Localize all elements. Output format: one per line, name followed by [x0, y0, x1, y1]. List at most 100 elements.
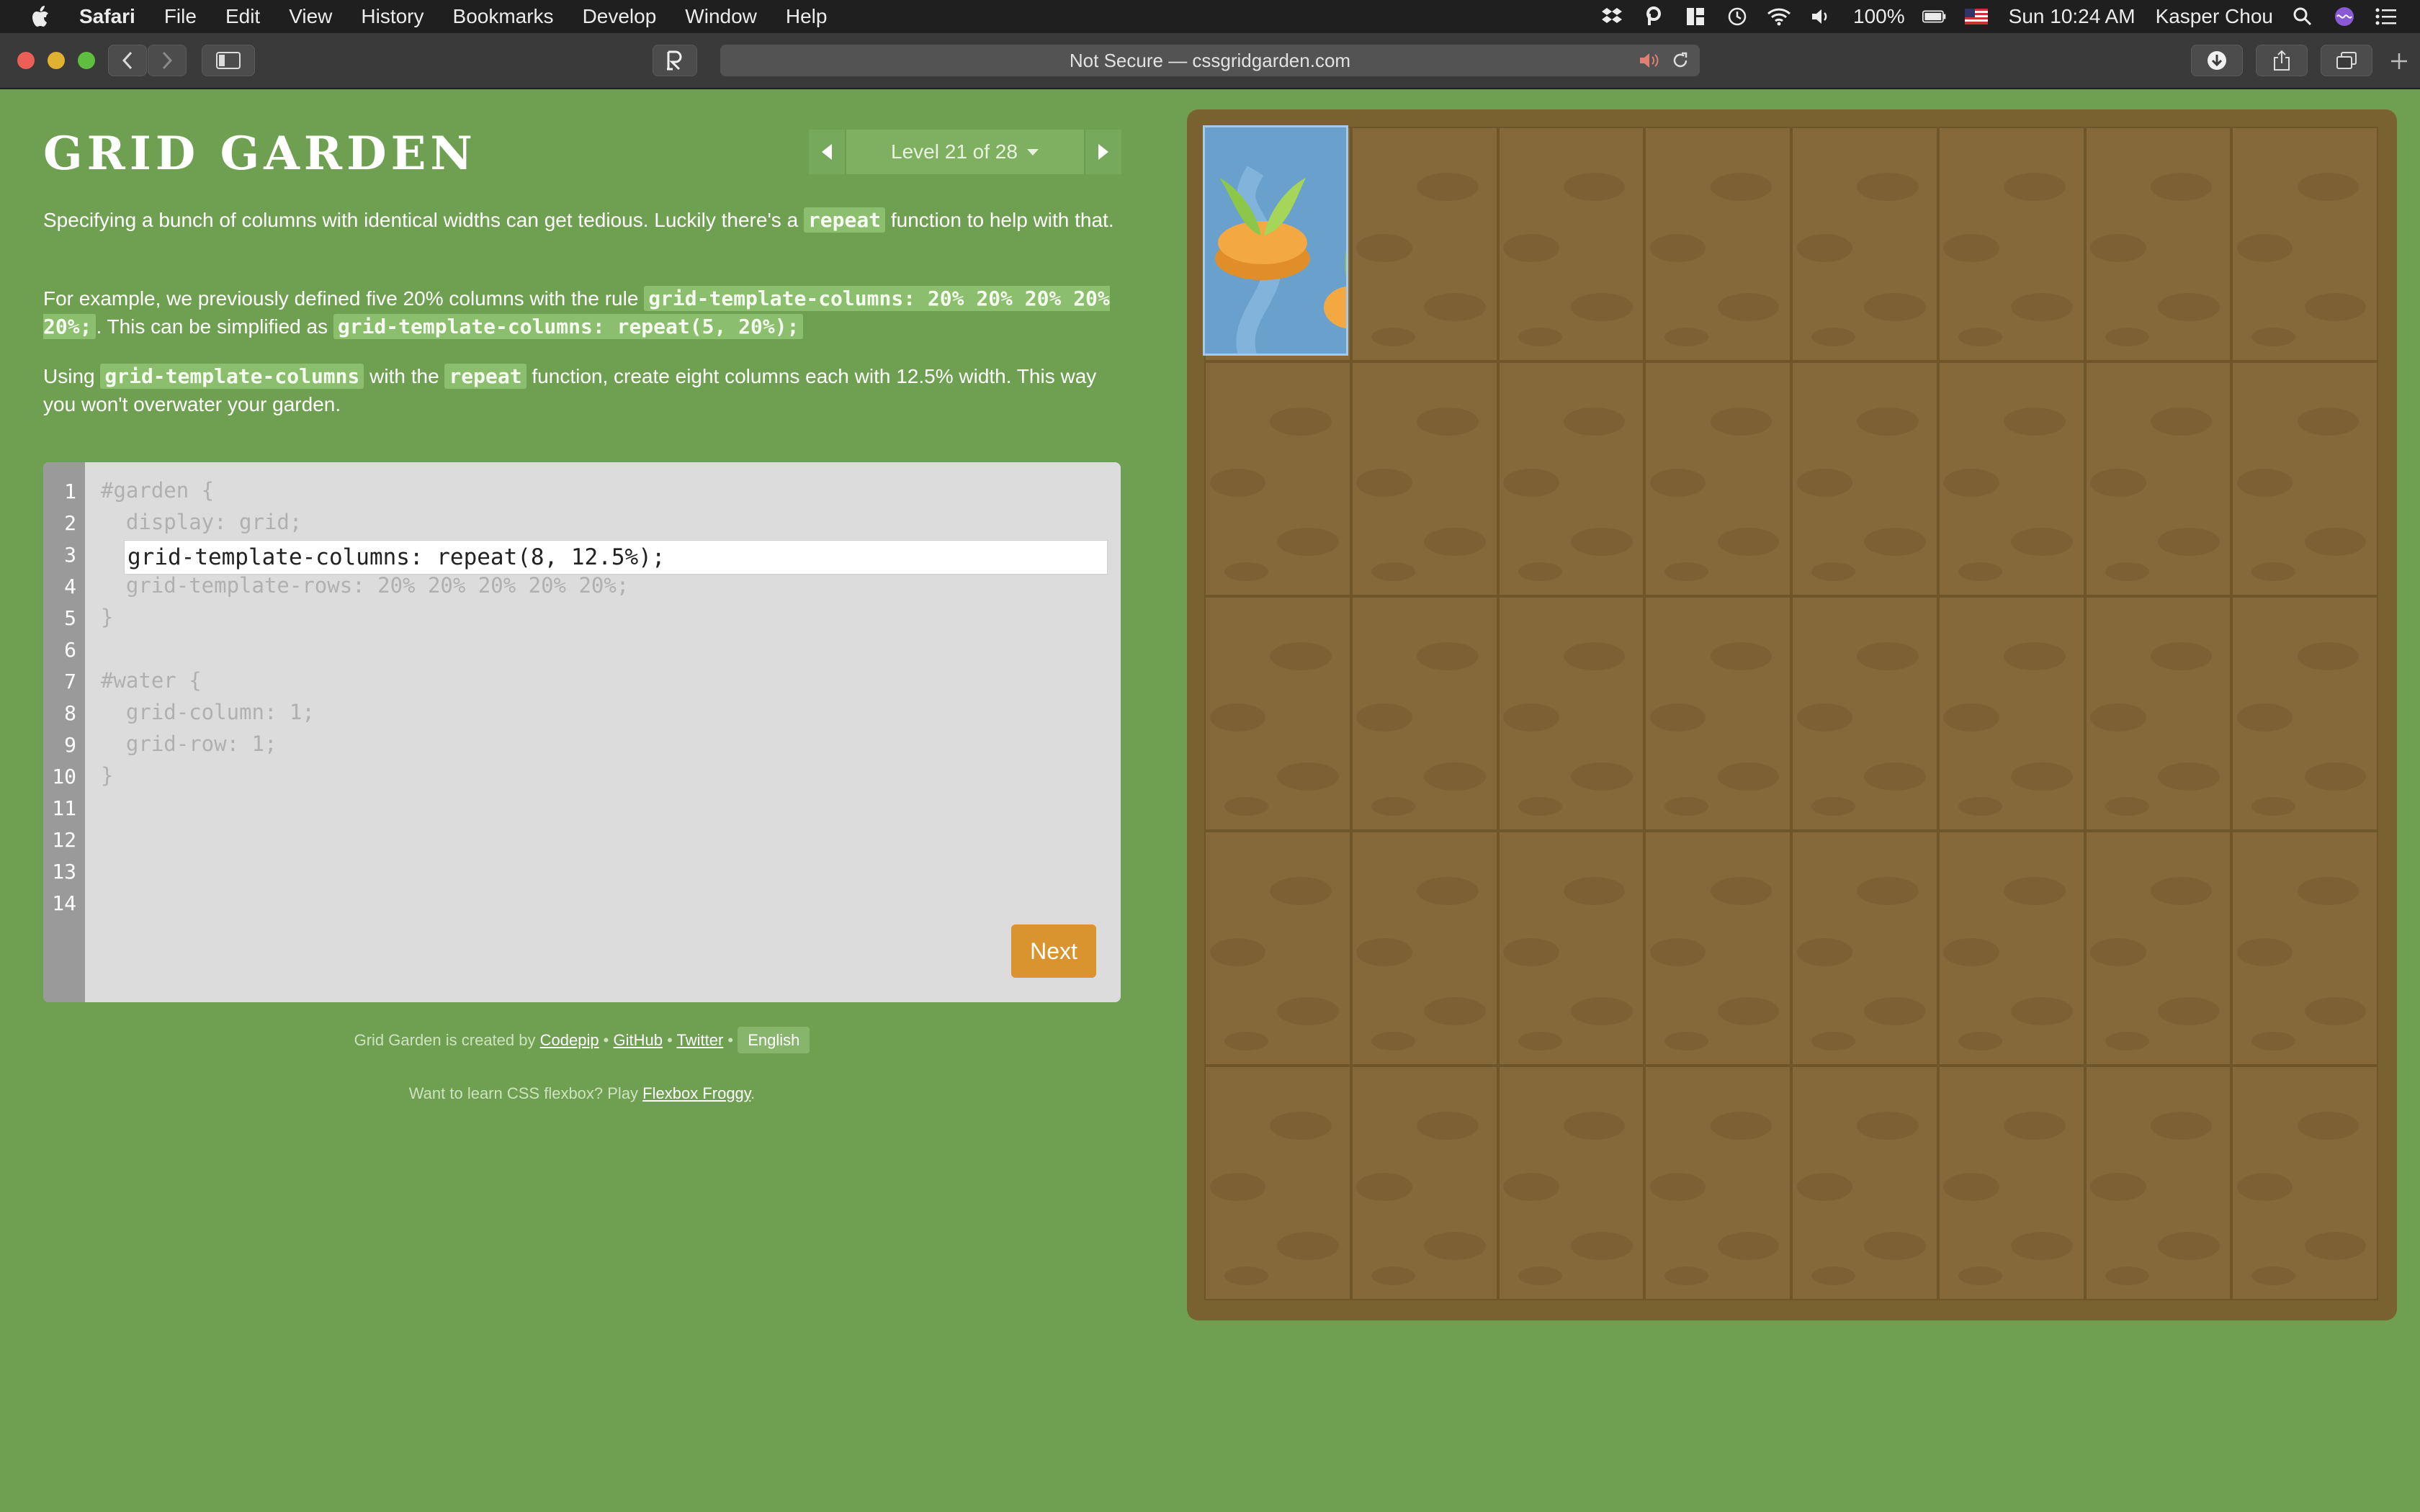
soil-plot: [1497, 361, 1645, 596]
water-cell: [1203, 125, 1348, 356]
soil-texture: [1356, 938, 1412, 967]
soil-texture: [2105, 328, 2149, 347]
soil-texture: [1277, 996, 1340, 1025]
soil-texture: [1356, 469, 1412, 498]
para3-code-2: repeat: [444, 364, 526, 389]
line-number: 3: [64, 543, 76, 567]
chevron-right-icon: [162, 51, 173, 70]
codepip-link[interactable]: Codepip: [540, 1031, 599, 1049]
soil-texture: [2004, 642, 2066, 671]
soil-texture: [1570, 762, 1633, 791]
soil-texture: [2304, 527, 2367, 556]
soil-texture: [1710, 877, 1773, 906]
soil-texture: [1518, 797, 1562, 816]
soil-texture: [1811, 328, 1856, 347]
line-number-gutter: 1 2 3 4 5 6 7 8 9 10 11 12 13 14: [43, 462, 85, 1002]
sidebar-icon: [216, 52, 241, 69]
volume-icon[interactable]: [1809, 6, 1833, 27]
apple-icon[interactable]: [29, 4, 50, 29]
line-number: 9: [64, 733, 76, 757]
address-bar[interactable]: Not Secure — cssgridgarden.com: [720, 45, 1700, 76]
menu-help[interactable]: Help: [786, 5, 828, 28]
time-machine-icon[interactable]: [1725, 6, 1749, 27]
soil-texture: [2236, 703, 2293, 732]
css-answer-input[interactable]: grid-template-columns: repeat(8, 12.5%);: [124, 540, 1108, 575]
us-flag-icon[interactable]: [1964, 6, 1989, 27]
notification-center-icon[interactable]: [2374, 6, 2398, 27]
soil-texture: [2236, 469, 2293, 498]
soil-texture: [1518, 1266, 1562, 1286]
flexbox-froggy-link[interactable]: Flexbox Froggy: [642, 1084, 750, 1102]
soil-texture: [2304, 292, 2367, 321]
soil-plot: [1937, 127, 2085, 361]
tab-overview-button[interactable]: [2321, 45, 2372, 76]
soil-plot: [2231, 831, 2378, 1066]
menu-develop[interactable]: Develop: [583, 5, 657, 28]
code-line-10: }: [101, 763, 114, 788]
language-selector[interactable]: English: [738, 1027, 810, 1053]
soil-texture: [1796, 234, 1853, 263]
soil-texture: [1717, 762, 1780, 791]
menu-edit[interactable]: Edit: [225, 5, 260, 28]
user-name[interactable]: Kasper Chou: [2156, 5, 2273, 28]
clock[interactable]: Sun 10:24 AM: [2009, 5, 2136, 28]
soil-texture: [1796, 1173, 1853, 1202]
menu-history[interactable]: History: [361, 5, 424, 28]
sidebar-toggle-button[interactable]: [202, 45, 255, 76]
soil-texture: [2297, 173, 2360, 202]
soil-texture: [1518, 562, 1562, 582]
instructions-paragraph-1: Specifying a bunch of columns with ident…: [43, 206, 1124, 234]
menu-view[interactable]: View: [289, 5, 332, 28]
forward-button[interactable]: [148, 45, 187, 76]
downloads-button[interactable]: [2191, 45, 2243, 76]
share-button[interactable]: [2256, 45, 2308, 76]
spotlight-search-icon[interactable]: [2290, 6, 2315, 27]
soil-texture: [2157, 996, 2220, 1025]
next-level-button[interactable]: [1084, 130, 1121, 174]
code-line-7: #water {: [101, 668, 202, 693]
menu-file[interactable]: File: [164, 5, 197, 28]
soil-plot: [1937, 361, 2085, 596]
previous-level-button[interactable]: [809, 130, 846, 174]
github-link[interactable]: GitHub: [614, 1031, 663, 1049]
menu-bookmarks[interactable]: Bookmarks: [453, 5, 554, 28]
soil-texture: [1811, 1032, 1856, 1051]
new-tab-button[interactable]: [2388, 50, 2410, 76]
speaker-playing-icon[interactable]: [1638, 52, 1661, 69]
para1-text-a: Specifying a bunch of columns with ident…: [43, 209, 804, 231]
soil-texture: [1424, 996, 1486, 1025]
soil-texture: [1664, 1032, 1709, 1051]
twitter-link[interactable]: Twitter: [677, 1031, 724, 1049]
soil-texture: [2304, 762, 2367, 791]
reload-icon[interactable]: [1671, 51, 1690, 70]
soil-texture: [1424, 1231, 1486, 1260]
soil-texture: [2150, 642, 2213, 671]
window-layout-icon[interactable]: [1683, 6, 1708, 27]
level-dropdown[interactable]: Level 21 of 28: [846, 130, 1084, 174]
soil-texture: [1270, 1112, 1332, 1140]
zoom-window-button[interactable]: [78, 52, 95, 69]
soil-texture: [1224, 797, 1269, 816]
minimize-window-button[interactable]: [48, 52, 65, 69]
siri-icon[interactable]: [2332, 6, 2357, 27]
soil-texture: [1277, 527, 1340, 556]
r-extension-icon: [667, 50, 682, 71]
reader-extension-button[interactable]: [653, 45, 697, 76]
back-button[interactable]: [108, 45, 147, 76]
menu-app-safari[interactable]: Safari: [79, 5, 135, 28]
menu-window[interactable]: Window: [685, 5, 757, 28]
pocket-icon[interactable]: [1641, 6, 1666, 27]
line-number: 14: [52, 891, 76, 915]
wifi-icon[interactable]: [1767, 6, 1791, 27]
soil-texture: [1943, 234, 1999, 263]
next-button[interactable]: Next: [1011, 924, 1096, 978]
download-icon: [2208, 51, 2226, 70]
dropbox-icon[interactable]: [1600, 6, 1624, 27]
close-window-button[interactable]: [17, 52, 35, 69]
flexbox-promo-period: .: [750, 1084, 756, 1102]
soil-texture: [1371, 1032, 1415, 1051]
garden-board: [1187, 109, 2397, 1320]
battery-icon[interactable]: [1922, 6, 1947, 27]
soil-texture: [1649, 938, 1706, 967]
soil-texture: [2150, 408, 2213, 436]
